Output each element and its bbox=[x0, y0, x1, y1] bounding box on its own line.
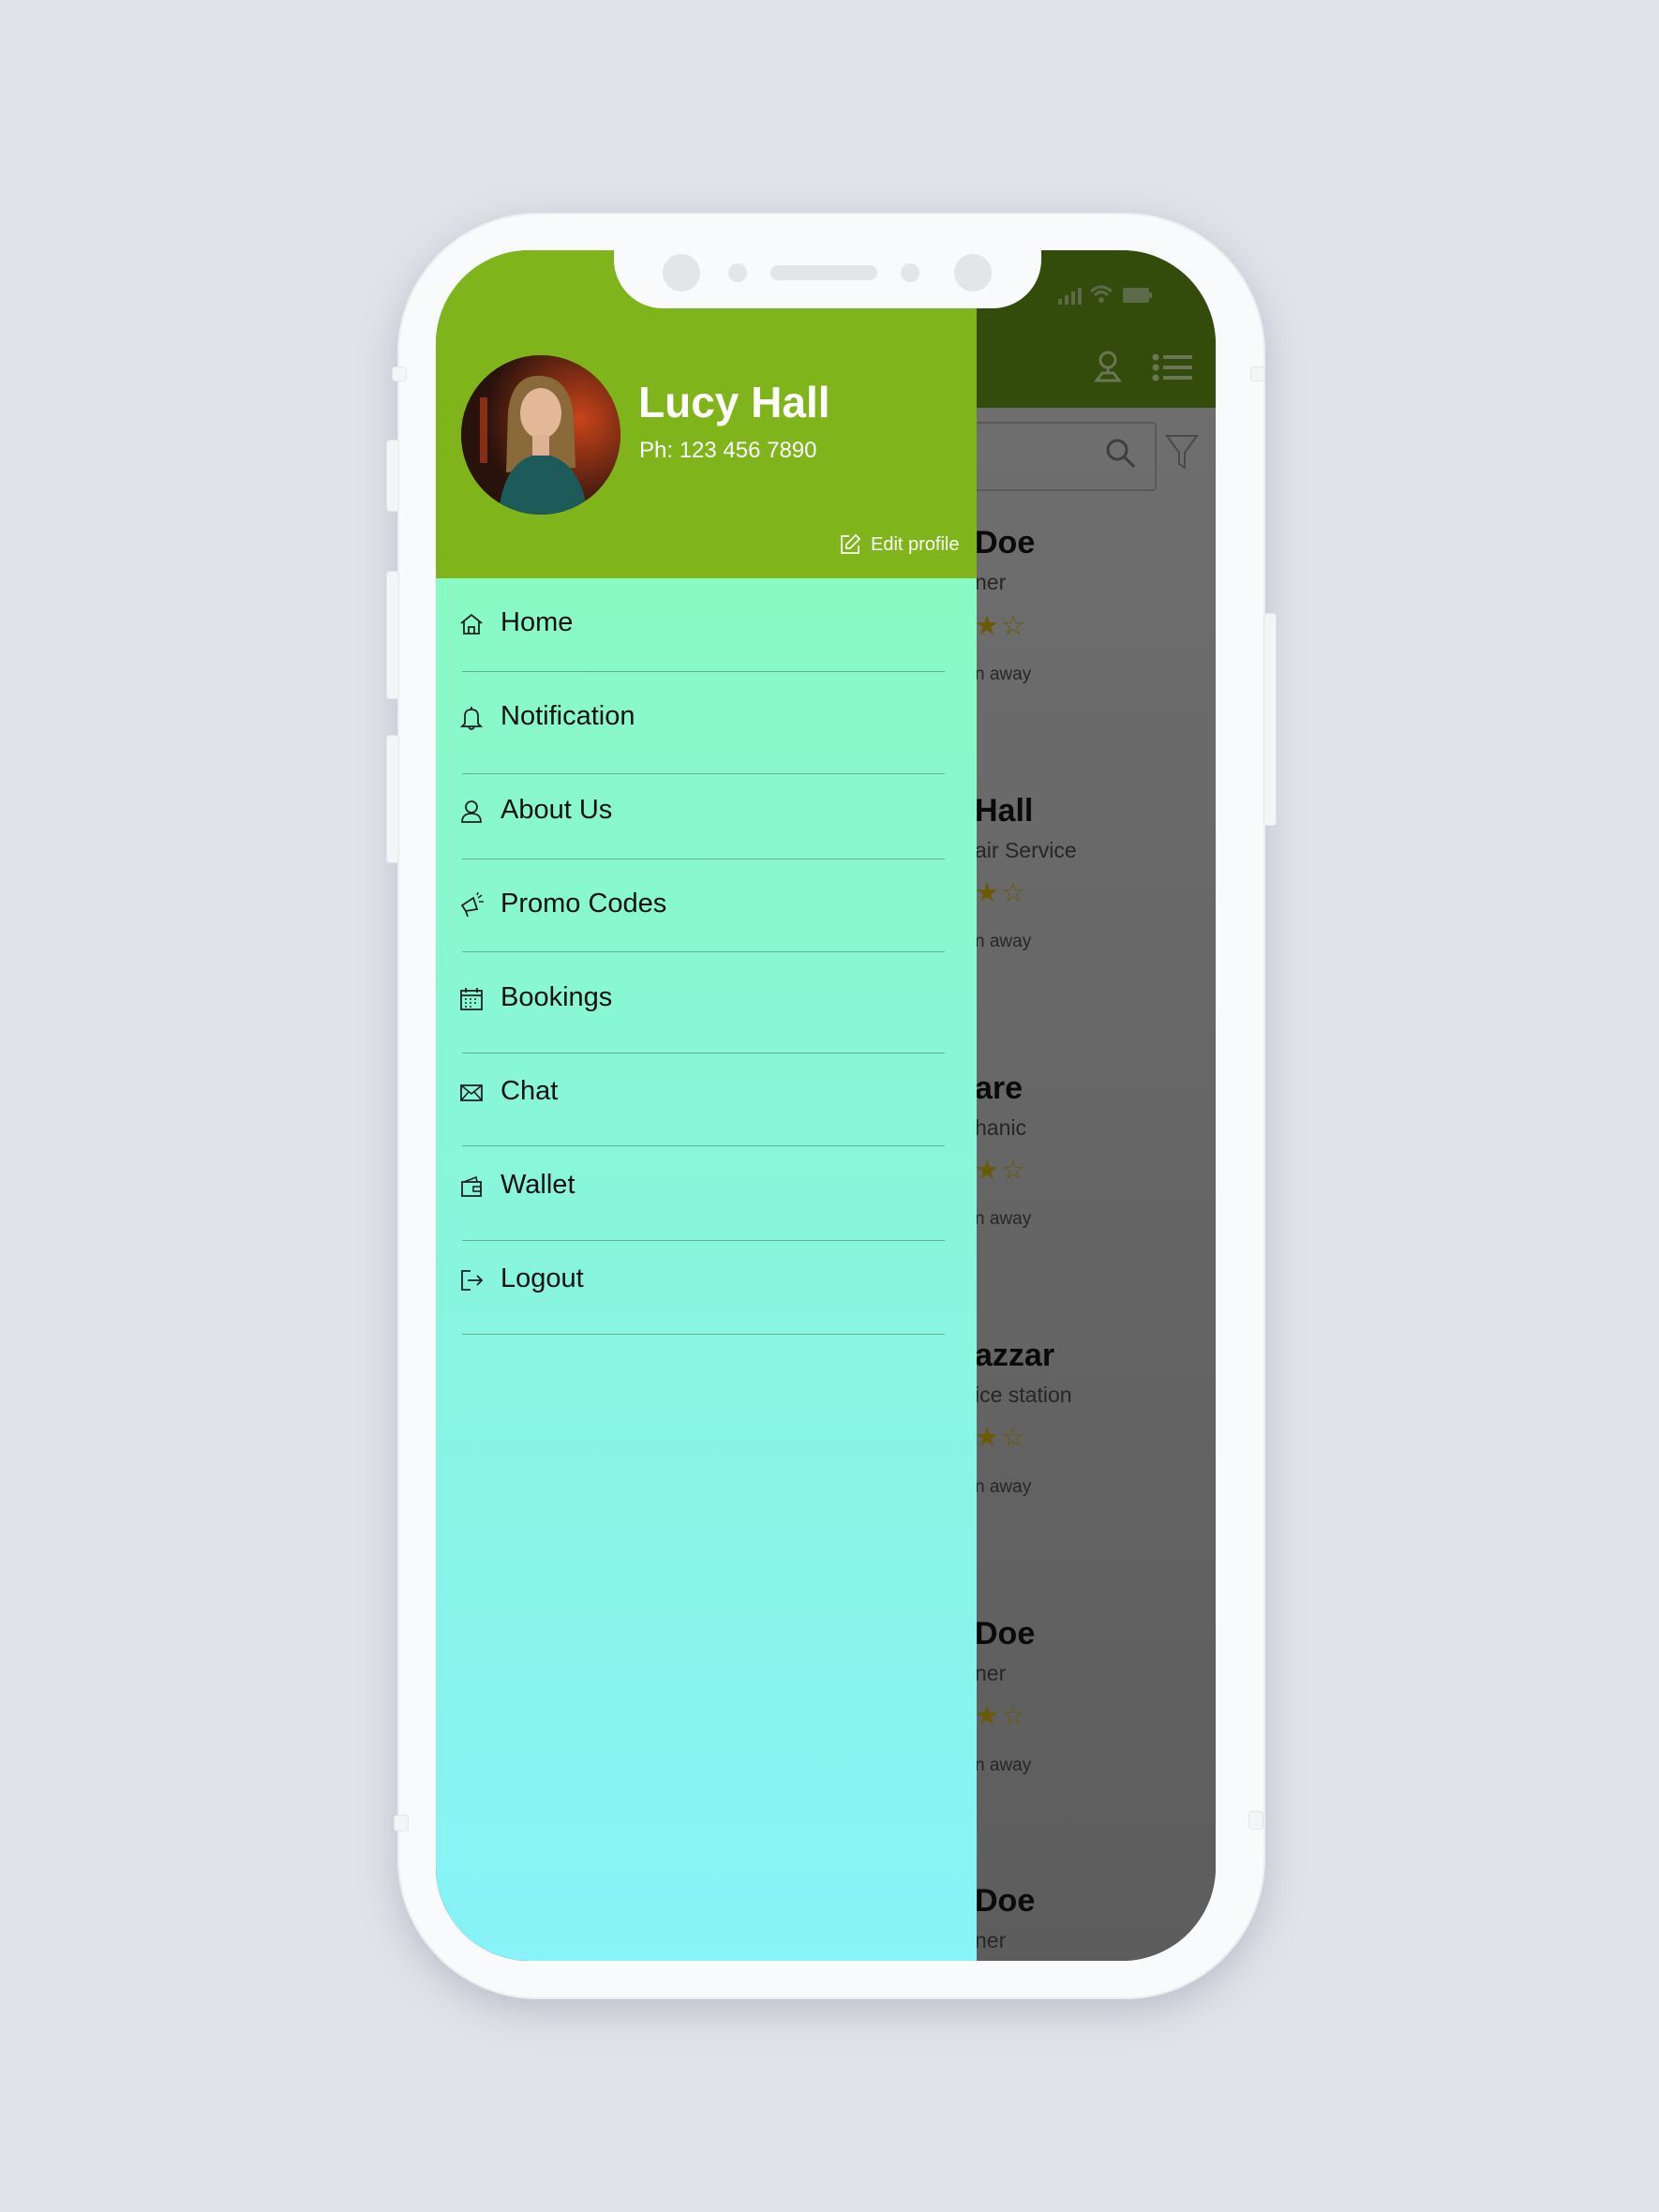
menu-item-label: Chat bbox=[501, 1076, 559, 1106]
menu-divider bbox=[462, 1240, 945, 1241]
background-distance: n away bbox=[975, 1209, 1032, 1229]
background-distance: n away bbox=[975, 665, 1032, 684]
sensor-dot bbox=[728, 263, 747, 282]
phone-side-button bbox=[1251, 367, 1264, 381]
menu-item-label: Bookings bbox=[501, 982, 613, 1012]
background-provider-title[interactable]: Doe bbox=[975, 1883, 1035, 1920]
background-rating-stars: ★☆ bbox=[975, 1423, 1027, 1453]
menu-item-bookings[interactable]: Bookings bbox=[436, 965, 977, 1031]
menu-divider bbox=[462, 1334, 945, 1335]
bell-icon bbox=[459, 707, 484, 730]
user-icon bbox=[461, 800, 482, 823]
background-provider-subtitle: ner bbox=[975, 570, 1007, 594]
sensor-dot bbox=[901, 263, 919, 282]
background-provider-subtitle: ice station bbox=[975, 1382, 1072, 1407]
menu-item-about-us[interactable]: About Us bbox=[436, 778, 977, 844]
background-provider-title[interactable]: are bbox=[975, 1070, 1023, 1107]
edit-profile-label: Edit profile bbox=[871, 533, 960, 555]
background-provider-title[interactable]: Doe bbox=[975, 525, 1035, 561]
wallet-icon bbox=[461, 1175, 482, 1197]
background-rating-stars: ★☆ bbox=[975, 878, 1027, 908]
wifi-icon bbox=[1089, 285, 1113, 303]
map-pin-icon[interactable] bbox=[1094, 351, 1122, 382]
avatar-image bbox=[461, 355, 620, 515]
battery-icon bbox=[1123, 288, 1152, 303]
signal-icon bbox=[1058, 288, 1082, 305]
phone-screen: Doe ner ★☆ n away Hall air Service ★☆ n … bbox=[436, 250, 1216, 1961]
user-name: Lucy Hall bbox=[638, 378, 830, 426]
background-rating-stars: ★☆ bbox=[975, 1701, 1027, 1731]
menu-item-wallet[interactable]: Wallet bbox=[436, 1153, 977, 1218]
menu-item-label: Logout bbox=[501, 1263, 584, 1293]
menu-item-label: Home bbox=[501, 607, 574, 637]
phone-side-button bbox=[393, 367, 406, 381]
menu-divider bbox=[462, 1053, 945, 1054]
filter-icon[interactable] bbox=[1165, 434, 1199, 471]
phone-side-button bbox=[387, 441, 398, 511]
menu-item-home[interactable]: Home bbox=[436, 590, 977, 656]
logout-icon bbox=[461, 1270, 484, 1291]
menu-item-label: Notification bbox=[501, 701, 635, 731]
menu-item-label: About Us bbox=[501, 795, 613, 825]
camera-dot bbox=[954, 254, 992, 291]
background-provider-subtitle: air Service bbox=[975, 838, 1077, 862]
background-rating-stars: ★☆ bbox=[975, 1156, 1027, 1186]
search-icon[interactable] bbox=[1105, 438, 1137, 470]
megaphone-icon bbox=[460, 892, 484, 918]
background-provider-subtitle: ner bbox=[975, 1928, 1007, 1952]
menu-item-logout[interactable]: Logout bbox=[436, 1247, 977, 1312]
background-rating-stars: ★☆ bbox=[975, 611, 1027, 641]
phone-side-button bbox=[387, 736, 398, 862]
menu-item-promo-codes[interactable]: Promo Codes bbox=[436, 872, 977, 937]
background-provider-subtitle: ner bbox=[975, 1661, 1007, 1685]
menu-item-notification[interactable]: Notification bbox=[436, 684, 977, 750]
background-provider-title[interactable]: azzar bbox=[975, 1338, 1054, 1374]
edit-icon bbox=[841, 533, 861, 554]
menu-item-label: Wallet bbox=[501, 1170, 575, 1200]
speaker-grille bbox=[770, 265, 877, 280]
mail-icon bbox=[460, 1084, 483, 1101]
navigation-drawer: Lucy Hall Ph: 123 456 7890 Edit profile … bbox=[436, 250, 977, 1961]
menu-divider bbox=[462, 671, 945, 672]
home-icon bbox=[460, 613, 483, 635]
background-provider-title[interactable]: Doe bbox=[975, 1616, 1035, 1652]
phone-side-button bbox=[1249, 1812, 1263, 1829]
phone-notch bbox=[614, 250, 1041, 308]
user-phone: Ph: 123 456 7890 bbox=[639, 438, 817, 463]
background-distance: n away bbox=[975, 932, 1032, 951]
menu-divider bbox=[462, 1145, 945, 1146]
background-distance: n away bbox=[975, 1756, 1032, 1775]
menu-item-label: Promo Codes bbox=[501, 889, 667, 919]
phone-side-button bbox=[1264, 614, 1276, 825]
calendar-icon bbox=[460, 988, 483, 1010]
background-provider-title[interactable]: Hall bbox=[975, 793, 1033, 830]
background-distance: n away bbox=[975, 1477, 1032, 1497]
phone-side-button bbox=[387, 572, 398, 698]
phone-side-button bbox=[395, 1816, 408, 1831]
avatar[interactable] bbox=[461, 355, 620, 515]
menu-divider bbox=[462, 773, 945, 774]
background-provider-subtitle: hanic bbox=[975, 1115, 1026, 1140]
menu-item-chat[interactable]: Chat bbox=[436, 1059, 977, 1125]
menu-divider bbox=[462, 951, 945, 952]
camera-dot bbox=[663, 254, 700, 291]
list-view-icon[interactable] bbox=[1152, 353, 1193, 381]
edit-profile-button[interactable]: Edit profile bbox=[839, 531, 960, 558]
